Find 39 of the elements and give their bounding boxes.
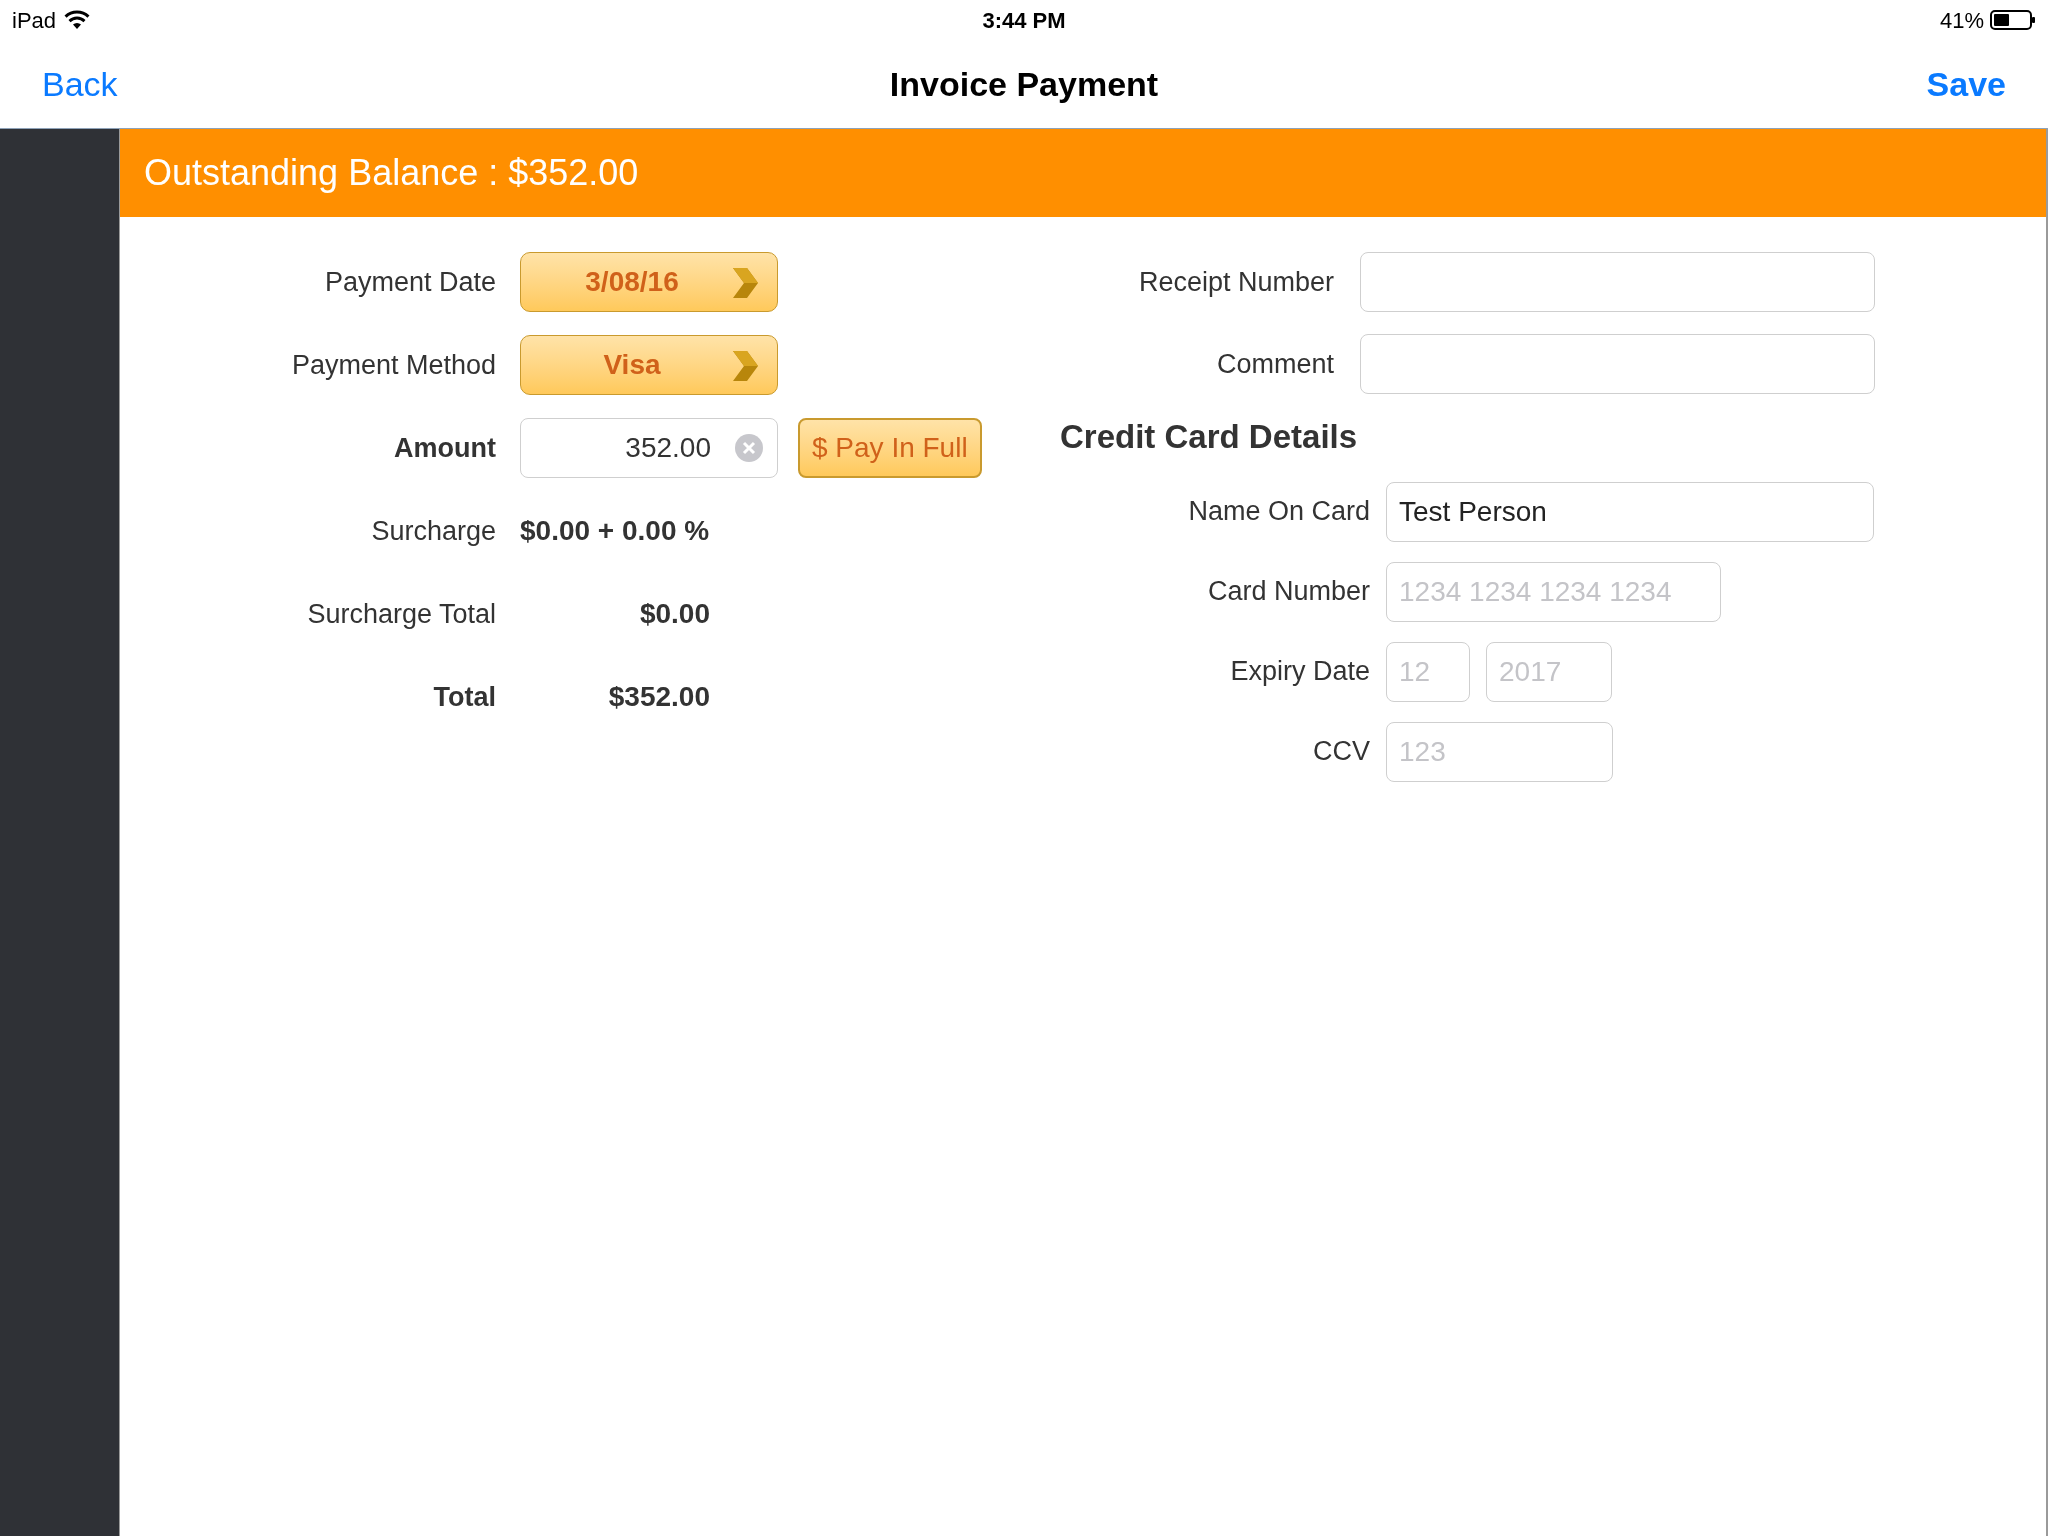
pay-in-full-button[interactable]: $ Pay In Full [798,418,982,478]
field-label: Amount [393,431,497,465]
field-label: Name On Card [1187,495,1370,529]
status-time: 3:44 PM [982,6,1066,35]
field-label: Card Number [1206,575,1370,609]
field-label: Total [432,680,497,714]
save-button[interactable]: Save [1926,58,2006,110]
clear-icon[interactable] [735,434,763,462]
field-label: Payment Method [290,348,497,382]
field-label: CCV [1312,735,1370,769]
field-label: Payment Date [323,265,497,299]
chevron-icon [731,266,759,300]
total-value: $352.00 [607,680,710,714]
battery-percentage: 41% [1939,6,1984,35]
field-label: Expiry Date [1229,655,1370,689]
battery-icon [1990,10,2036,30]
text-field[interactable]: Test Person [1386,481,1874,542]
text-field[interactable]: 123 [1386,721,1613,782]
wifi-icon [64,10,91,30]
field-label: Receipt Number [1137,265,1335,299]
amount-field[interactable]: 352.00 [520,418,778,478]
section-heading: Credit Card Details [1060,417,1359,457]
outstanding-balance: Outstanding Balance : $352.00 [144,151,639,195]
field-label: Surcharge [370,514,497,548]
field-label: Comment [1215,347,1335,381]
text-field[interactable] [1360,334,1875,394]
text-field[interactable]: 1234 1234 1234 1234 [1386,561,1721,622]
picker-button[interactable]: Visa [520,335,778,395]
field-label: Surcharge Total [306,597,497,631]
picker-button[interactable]: 3/08/16 [520,252,778,312]
back-button[interactable]: Back [42,58,118,110]
text-field[interactable] [1360,252,1875,312]
surcharge-value: $0.00 + 0.00 % [520,514,710,548]
total-value: $0.00 [638,597,710,631]
text-field[interactable]: 12 [1386,641,1470,702]
page-title: Invoice Payment [889,63,1159,105]
text-field[interactable]: 2017 [1486,641,1612,702]
device-name: iPad [12,6,57,35]
chevron-icon [731,349,759,383]
